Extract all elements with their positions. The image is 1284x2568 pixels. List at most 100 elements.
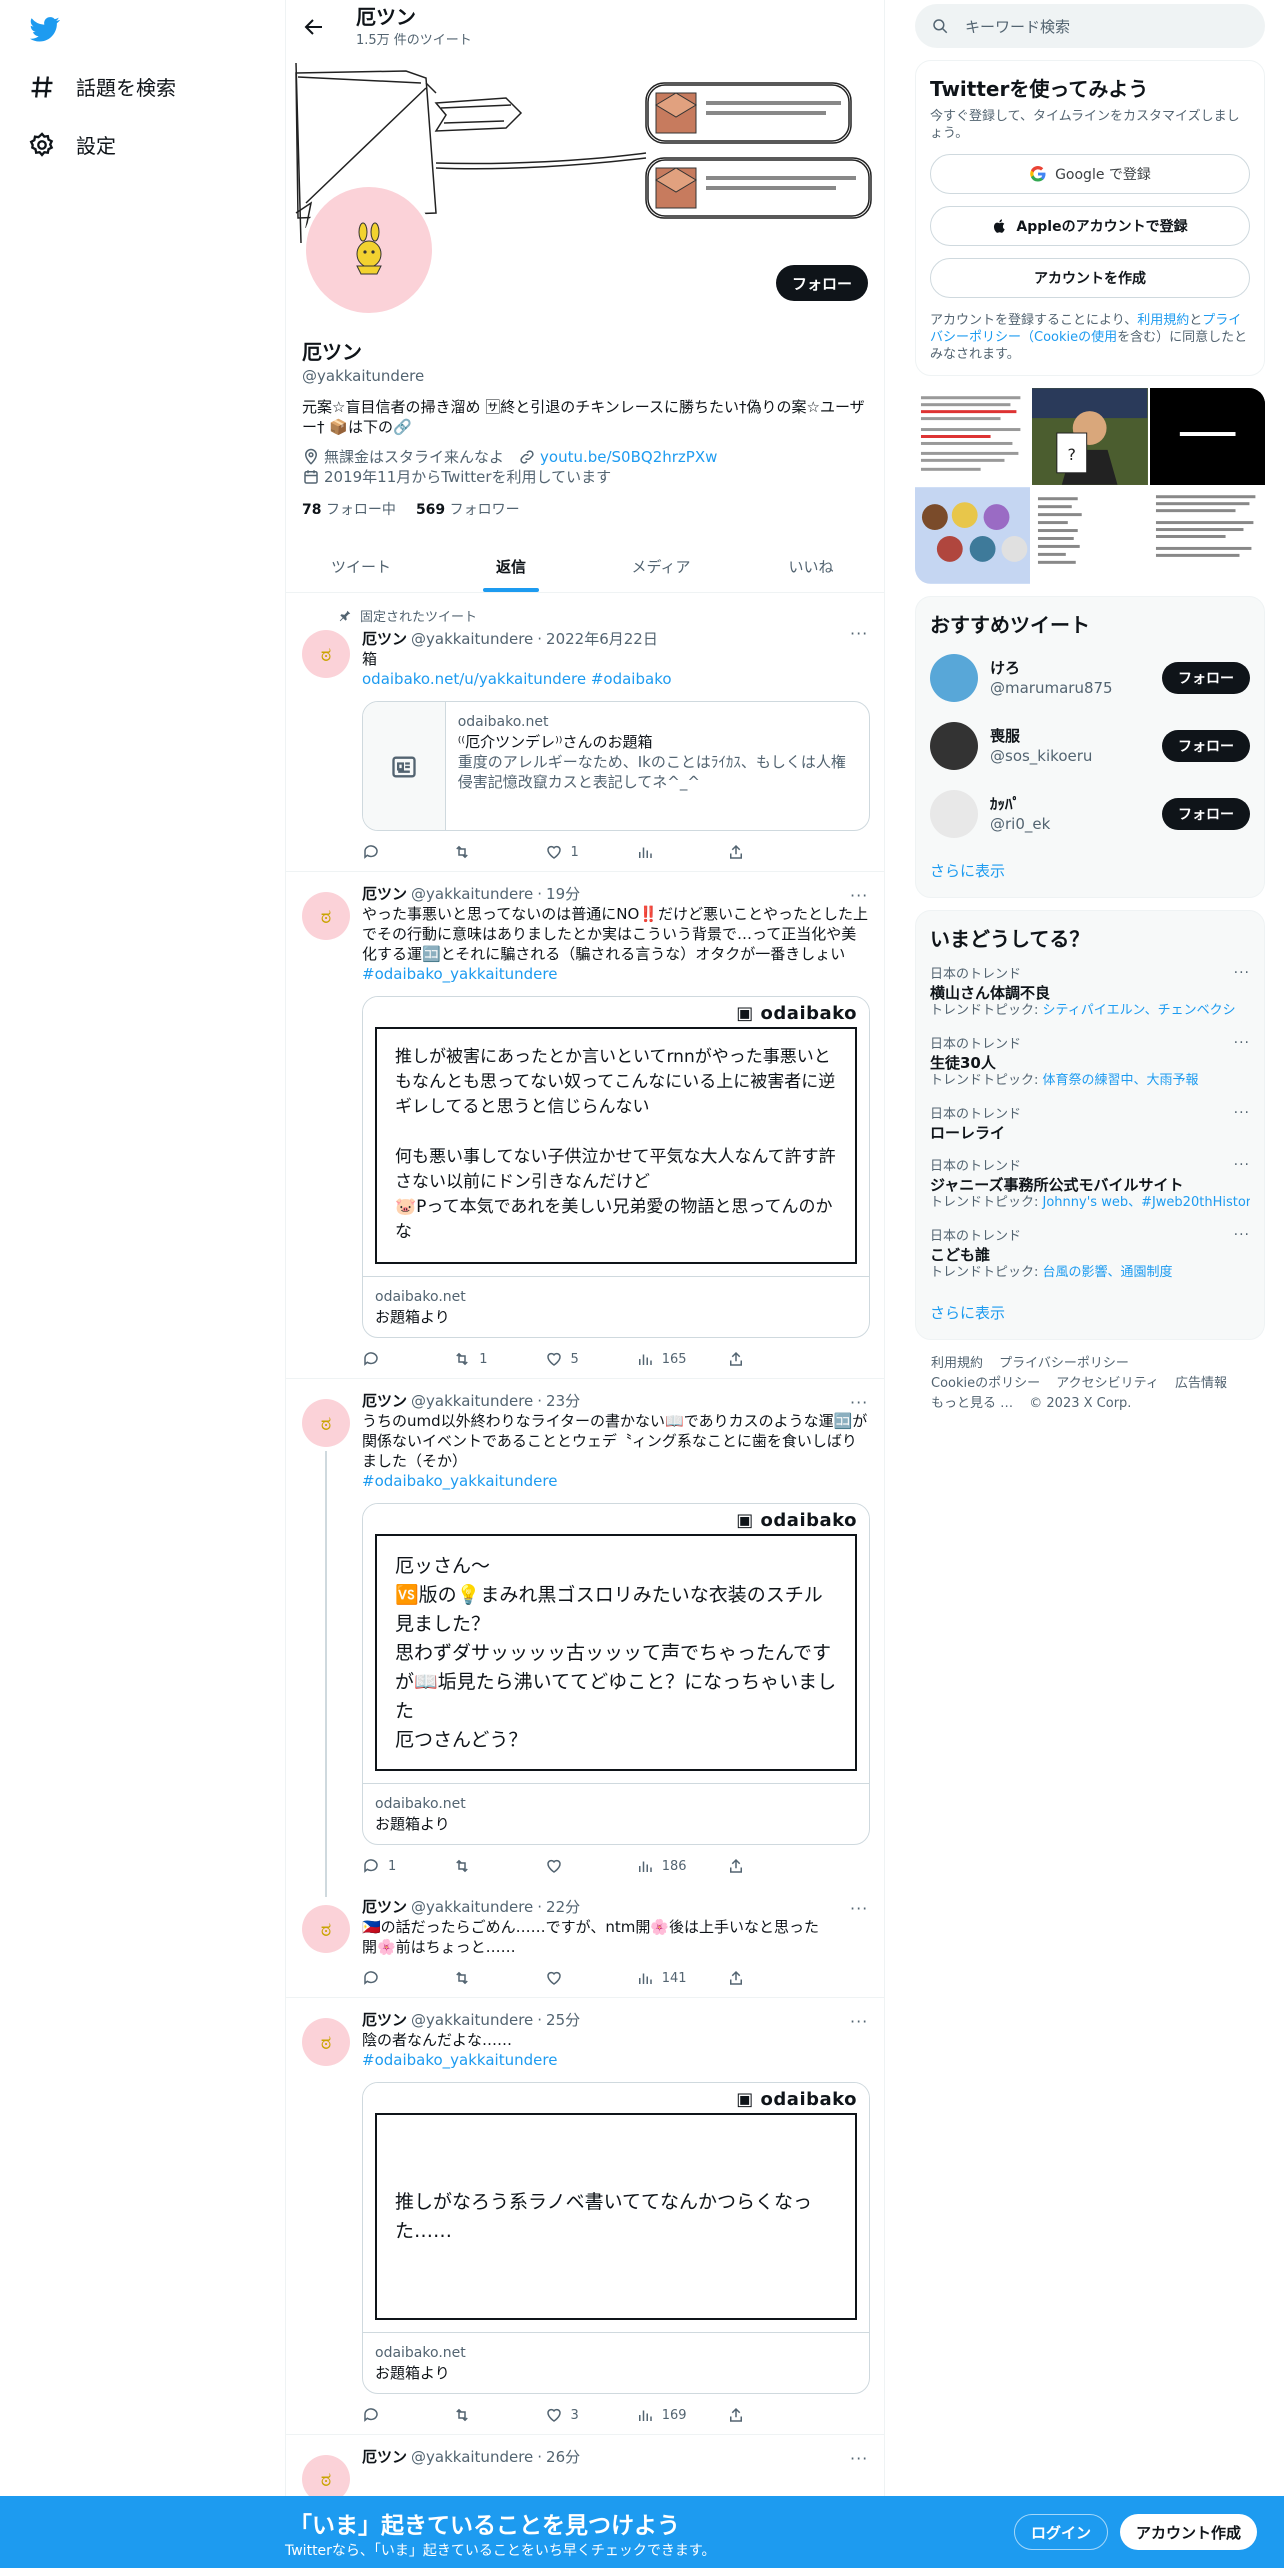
tweet-avatar[interactable]: ಠ	[302, 2018, 350, 2066]
tweet-time[interactable]: 19分	[546, 884, 580, 904]
tweet-author-handle[interactable]: @yakkaitundere	[411, 1391, 533, 1411]
search-input[interactable]: キーワード検索	[965, 16, 1070, 37]
trends-show-more-link[interactable]: さらに表示	[930, 1290, 1250, 1327]
twitter-logo-icon[interactable]	[28, 14, 62, 44]
views-button[interactable]: 141	[636, 1969, 696, 1987]
tweet-author-handle[interactable]: @yakkaitundere	[411, 1897, 533, 1917]
more-options-icon[interactable]: ···	[850, 2449, 870, 2468]
tab-replies[interactable]: 返信	[436, 540, 586, 592]
tweet-avatar[interactable]: ಠ	[302, 1399, 350, 1447]
tweet-author-name[interactable]: 厄ツン	[362, 884, 407, 904]
views-button[interactable]: 169	[636, 2406, 696, 2424]
tweet-author-handle[interactable]: @yakkaitundere	[411, 2010, 533, 2030]
tab-media[interactable]: メディア	[586, 540, 736, 592]
reply-button[interactable]	[362, 843, 422, 861]
login-button[interactable]: ログイン	[1014, 2514, 1109, 2550]
share-button[interactable]	[727, 843, 787, 861]
tweet-author-name[interactable]: 厄ツン	[362, 2447, 407, 2467]
tweet[interactable]: ಠ ··· 厄ツン @yakkaitundere · 19分 やった事悪いと思っ…	[286, 872, 884, 1379]
tweet-time[interactable]: 2022年6月22日	[546, 629, 658, 649]
views-button[interactable]: 186	[636, 1857, 696, 1875]
tweet-author-name[interactable]: 厄ツン	[362, 1391, 407, 1411]
tweet-time[interactable]: 26分	[546, 2447, 580, 2467]
tweet[interactable]: ಠ ··· 厄ツン @yakkaitundere · 22分 🇵🇭の話だったらご…	[286, 1885, 884, 1998]
reply-button[interactable]	[362, 1350, 422, 1368]
trend-item[interactable]: 日本のトレンド 生徒30人 トレンドトピック: 体育祭の練習中、大雨予報 ···	[930, 1028, 1250, 1098]
follow-button[interactable]: フォロー	[1162, 798, 1250, 830]
search-box[interactable]: キーワード検索	[915, 4, 1265, 48]
like-button[interactable]: 3	[545, 2406, 605, 2424]
tweet-author-handle[interactable]: @yakkaitundere	[411, 629, 533, 649]
share-button[interactable]	[727, 1350, 787, 1368]
trend-item[interactable]: 日本のトレンド ジャニーズ事務所公式モバイルサイト トレンドトピック: John…	[930, 1150, 1250, 1220]
trend-item[interactable]: 日本のトレンド こども誰 トレンドトピック: 台風の影響、通園制度 ···	[930, 1220, 1250, 1290]
tab-likes[interactable]: いいね	[736, 540, 884, 592]
more-options-icon[interactable]: ···	[1234, 1034, 1250, 1052]
nav-explore[interactable]: 話題を検索	[28, 72, 176, 101]
footer-more-link[interactable]: もっと見る …	[931, 1396, 1013, 1411]
tweet-avatar[interactable]: ಠ	[302, 892, 350, 940]
recommended-user[interactable]: 喪服 @sos_kikoeru フォロー	[930, 712, 1250, 780]
follow-button[interactable]: フォロー	[1162, 730, 1250, 762]
tweet-time[interactable]: 25分	[546, 2010, 580, 2030]
tweet-author-name[interactable]: 厄ツン	[362, 629, 407, 649]
share-button[interactable]	[727, 1857, 787, 1875]
media-thumb[interactable]	[1149, 388, 1265, 485]
tweet-author-handle[interactable]: @yakkaitundere	[411, 884, 533, 904]
user-avatar[interactable]	[930, 790, 978, 838]
footer-cookie-link[interactable]: Cookieのポリシー	[931, 1376, 1040, 1391]
profile-follow-button[interactable]: フォロー	[775, 265, 868, 301]
odaibako-card[interactable]: ▣ odaibako 推しが被害にあったとか言いといてrnnがやった事悪いともな…	[362, 996, 870, 1338]
footer-ads-link[interactable]: 広告情報	[1175, 1376, 1227, 1391]
tweet-author-name[interactable]: 厄ツン	[362, 1897, 407, 1917]
profile-url-text[interactable]: youtu.be/S0BQ2hrzPXw	[540, 447, 717, 467]
reply-button[interactable]: 1	[362, 1857, 422, 1875]
like-button[interactable]: 5	[545, 1350, 605, 1368]
more-options-icon[interactable]: ···	[850, 886, 870, 905]
following-count-link[interactable]: 78 フォロー中	[302, 499, 396, 519]
tweet-time[interactable]: 23分	[546, 1391, 580, 1411]
tweet[interactable]: 固定されたツイート ಠ ··· 厄ツン @yakkaitundere · 202…	[286, 594, 884, 872]
tweet-avatar[interactable]: ಠ	[302, 630, 350, 678]
followers-count-link[interactable]: 569 フォロワー	[416, 499, 520, 519]
odaibako-card[interactable]: ▣ odaibako 推しがなろう系ラノベ書いててなんかつらくなった…… oda…	[362, 2082, 870, 2394]
user-avatar[interactable]	[930, 654, 978, 702]
signup-button[interactable]: アカウント作成	[1120, 2514, 1258, 2550]
user-avatar[interactable]	[930, 722, 978, 770]
more-options-icon[interactable]: ···	[1234, 1104, 1250, 1122]
google-signup-button[interactable]: Google で登録	[930, 154, 1250, 194]
tweet-hashtag[interactable]: #odaibako_yakkaitundere	[362, 964, 870, 984]
tweet-author-name[interactable]: 厄ツン	[362, 2010, 407, 2030]
more-options-icon[interactable]: ···	[1234, 1156, 1250, 1174]
trend-topic-links[interactable]: Johnny's web、#Jweb20thHistory	[1043, 1195, 1250, 1210]
tab-tweets[interactable]: ツイート	[286, 540, 436, 592]
footer-terms-link[interactable]: 利用規約	[931, 1356, 983, 1371]
tweet-links[interactable]: odaibako.net/u/yakkaitundere #odaibako	[362, 669, 870, 689]
views-button[interactable]	[636, 843, 696, 861]
footer-accessibility-link[interactable]: アクセシビリティ	[1056, 1376, 1159, 1391]
apple-signup-button[interactable]: Appleのアカウントで登録	[930, 206, 1250, 246]
trend-topic-links[interactable]: シティパイエルン、チェンベクシ	[1043, 1003, 1236, 1018]
tweet[interactable]: ಠ ··· 厄ツン @yakkaitundere · 23分 うちのumd以外終…	[286, 1379, 884, 1897]
trend-topic-links[interactable]: 体育祭の練習中、大雨予報	[1043, 1073, 1199, 1088]
terms-link[interactable]: 利用規約	[1137, 313, 1189, 328]
trend-item[interactable]: 日本のトレンド ローレライ ···	[930, 1098, 1250, 1150]
retweet-button[interactable]	[453, 1969, 513, 1987]
trend-topic-links[interactable]: 台風の影響、通園制度	[1043, 1265, 1173, 1280]
media-thumb[interactable]	[915, 487, 1031, 584]
more-options-icon[interactable]: ···	[850, 1393, 870, 1412]
reply-button[interactable]	[362, 1969, 422, 1987]
retweet-button[interactable]: 1	[453, 1350, 513, 1368]
tweet-avatar[interactable]: ಠ	[302, 1905, 350, 1953]
profile-avatar[interactable]	[302, 183, 436, 317]
more-options-icon[interactable]: ···	[1234, 964, 1250, 982]
tweet-hashtag[interactable]: #odaibako_yakkaitundere	[362, 1471, 870, 1491]
nav-settings[interactable]: 設定	[28, 130, 116, 159]
media-thumb[interactable]: ?	[1032, 388, 1148, 485]
views-button[interactable]: 165	[636, 1350, 696, 1368]
share-button[interactable]	[727, 1969, 787, 1987]
tweet-time[interactable]: 22分	[546, 1897, 580, 1917]
reply-button[interactable]	[362, 2406, 422, 2424]
like-button[interactable]: 1	[545, 843, 605, 861]
more-options-icon[interactable]: ···	[850, 624, 870, 643]
